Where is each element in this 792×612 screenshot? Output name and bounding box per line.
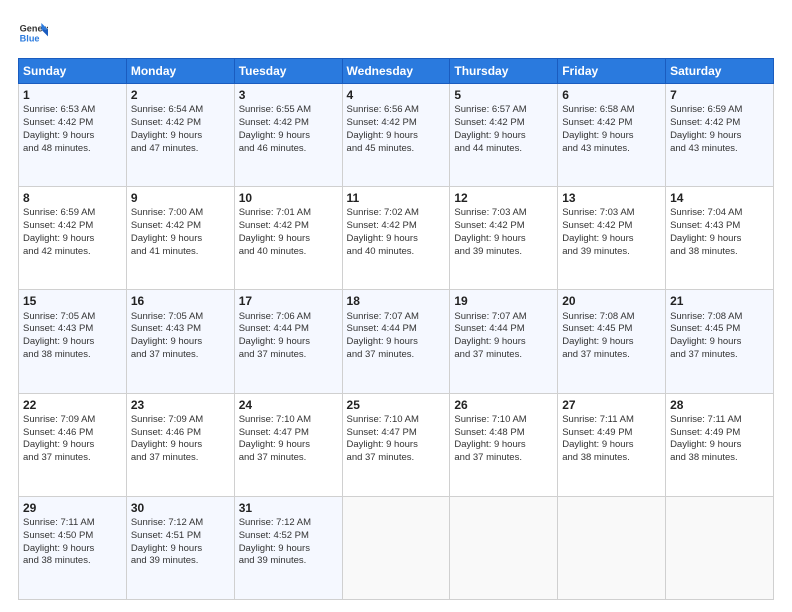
- day-number: 15: [23, 293, 122, 309]
- day-cell-6: 6Sunrise: 6:58 AMSunset: 4:42 PMDaylight…: [558, 84, 666, 187]
- day-cell-12: 12Sunrise: 7:03 AMSunset: 4:42 PMDayligh…: [450, 187, 558, 290]
- day-cell-18: 18Sunrise: 7:07 AMSunset: 4:44 PMDayligh…: [342, 290, 450, 393]
- day-cell-2: 2Sunrise: 6:54 AMSunset: 4:42 PMDaylight…: [126, 84, 234, 187]
- day-cell-27: 27Sunrise: 7:11 AMSunset: 4:49 PMDayligh…: [558, 393, 666, 496]
- day-cell-23: 23Sunrise: 7:09 AMSunset: 4:46 PMDayligh…: [126, 393, 234, 496]
- day-number: 17: [239, 293, 338, 309]
- day-number: 25: [347, 397, 446, 413]
- day-cell-20: 20Sunrise: 7:08 AMSunset: 4:45 PMDayligh…: [558, 290, 666, 393]
- day-number: 31: [239, 500, 338, 516]
- weekday-header-row: SundayMondayTuesdayWednesdayThursdayFrid…: [19, 59, 774, 84]
- day-number: 20: [562, 293, 661, 309]
- day-number: 12: [454, 190, 553, 206]
- empty-cell: [342, 496, 450, 599]
- day-number: 4: [347, 87, 446, 103]
- weekday-header-thursday: Thursday: [450, 59, 558, 84]
- day-number: 29: [23, 500, 122, 516]
- day-cell-22: 22Sunrise: 7:09 AMSunset: 4:46 PMDayligh…: [19, 393, 127, 496]
- week-row-4: 22Sunrise: 7:09 AMSunset: 4:46 PMDayligh…: [19, 393, 774, 496]
- day-cell-19: 19Sunrise: 7:07 AMSunset: 4:44 PMDayligh…: [450, 290, 558, 393]
- day-number: 9: [131, 190, 230, 206]
- day-cell-16: 16Sunrise: 7:05 AMSunset: 4:43 PMDayligh…: [126, 290, 234, 393]
- day-cell-7: 7Sunrise: 6:59 AMSunset: 4:42 PMDaylight…: [666, 84, 774, 187]
- week-row-3: 15Sunrise: 7:05 AMSunset: 4:43 PMDayligh…: [19, 290, 774, 393]
- day-number: 5: [454, 87, 553, 103]
- empty-cell: [558, 496, 666, 599]
- day-number: 19: [454, 293, 553, 309]
- empty-cell: [666, 496, 774, 599]
- weekday-header-friday: Friday: [558, 59, 666, 84]
- weekday-header-monday: Monday: [126, 59, 234, 84]
- week-row-5: 29Sunrise: 7:11 AMSunset: 4:50 PMDayligh…: [19, 496, 774, 599]
- weekday-header-sunday: Sunday: [19, 59, 127, 84]
- day-number: 23: [131, 397, 230, 413]
- day-number: 11: [347, 190, 446, 206]
- weekday-header-tuesday: Tuesday: [234, 59, 342, 84]
- day-cell-15: 15Sunrise: 7:05 AMSunset: 4:43 PMDayligh…: [19, 290, 127, 393]
- day-cell-9: 9Sunrise: 7:00 AMSunset: 4:42 PMDaylight…: [126, 187, 234, 290]
- week-row-1: 1Sunrise: 6:53 AMSunset: 4:42 PMDaylight…: [19, 84, 774, 187]
- day-number: 14: [670, 190, 769, 206]
- weekday-header-saturday: Saturday: [666, 59, 774, 84]
- day-number: 18: [347, 293, 446, 309]
- day-cell-30: 30Sunrise: 7:12 AMSunset: 4:51 PMDayligh…: [126, 496, 234, 599]
- day-number: 27: [562, 397, 661, 413]
- page: General Blue SundayMondayTuesdayWednesda…: [0, 0, 792, 612]
- day-cell-26: 26Sunrise: 7:10 AMSunset: 4:48 PMDayligh…: [450, 393, 558, 496]
- day-cell-31: 31Sunrise: 7:12 AMSunset: 4:52 PMDayligh…: [234, 496, 342, 599]
- day-cell-4: 4Sunrise: 6:56 AMSunset: 4:42 PMDaylight…: [342, 84, 450, 187]
- day-number: 26: [454, 397, 553, 413]
- day-number: 6: [562, 87, 661, 103]
- day-cell-3: 3Sunrise: 6:55 AMSunset: 4:42 PMDaylight…: [234, 84, 342, 187]
- day-number: 22: [23, 397, 122, 413]
- day-number: 16: [131, 293, 230, 309]
- day-cell-28: 28Sunrise: 7:11 AMSunset: 4:49 PMDayligh…: [666, 393, 774, 496]
- day-cell-11: 11Sunrise: 7:02 AMSunset: 4:42 PMDayligh…: [342, 187, 450, 290]
- svg-text:Blue: Blue: [20, 33, 40, 43]
- day-number: 2: [131, 87, 230, 103]
- day-number: 3: [239, 87, 338, 103]
- day-number: 28: [670, 397, 769, 413]
- day-cell-21: 21Sunrise: 7:08 AMSunset: 4:45 PMDayligh…: [666, 290, 774, 393]
- day-number: 13: [562, 190, 661, 206]
- day-cell-13: 13Sunrise: 7:03 AMSunset: 4:42 PMDayligh…: [558, 187, 666, 290]
- day-number: 24: [239, 397, 338, 413]
- calendar-table: SundayMondayTuesdayWednesdayThursdayFrid…: [18, 58, 774, 600]
- weekday-header-wednesday: Wednesday: [342, 59, 450, 84]
- day-number: 21: [670, 293, 769, 309]
- logo: General Blue: [18, 18, 48, 48]
- week-row-2: 8Sunrise: 6:59 AMSunset: 4:42 PMDaylight…: [19, 187, 774, 290]
- day-cell-5: 5Sunrise: 6:57 AMSunset: 4:42 PMDaylight…: [450, 84, 558, 187]
- day-cell-1: 1Sunrise: 6:53 AMSunset: 4:42 PMDaylight…: [19, 84, 127, 187]
- day-cell-25: 25Sunrise: 7:10 AMSunset: 4:47 PMDayligh…: [342, 393, 450, 496]
- day-number: 30: [131, 500, 230, 516]
- day-number: 7: [670, 87, 769, 103]
- day-cell-8: 8Sunrise: 6:59 AMSunset: 4:42 PMDaylight…: [19, 187, 127, 290]
- day-number: 1: [23, 87, 122, 103]
- day-number: 8: [23, 190, 122, 206]
- day-cell-17: 17Sunrise: 7:06 AMSunset: 4:44 PMDayligh…: [234, 290, 342, 393]
- day-cell-24: 24Sunrise: 7:10 AMSunset: 4:47 PMDayligh…: [234, 393, 342, 496]
- day-cell-14: 14Sunrise: 7:04 AMSunset: 4:43 PMDayligh…: [666, 187, 774, 290]
- header: General Blue: [18, 18, 774, 48]
- empty-cell: [450, 496, 558, 599]
- day-number: 10: [239, 190, 338, 206]
- day-cell-29: 29Sunrise: 7:11 AMSunset: 4:50 PMDayligh…: [19, 496, 127, 599]
- day-cell-10: 10Sunrise: 7:01 AMSunset: 4:42 PMDayligh…: [234, 187, 342, 290]
- logo-icon: General Blue: [18, 18, 48, 48]
